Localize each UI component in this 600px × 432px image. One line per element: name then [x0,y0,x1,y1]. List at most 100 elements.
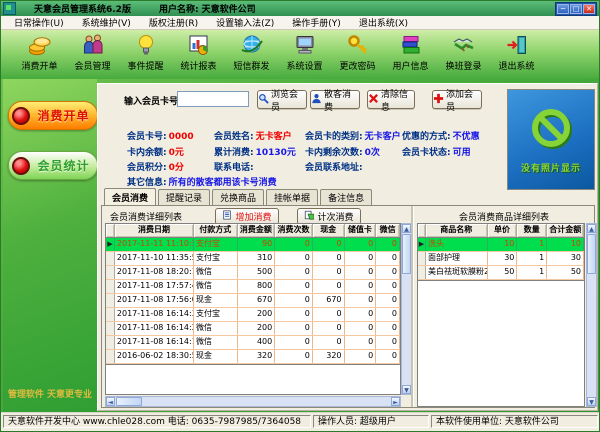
column-header[interactable]: 消费次数 [275,224,313,237]
scroll-thumb[interactable] [116,397,142,406]
tab-3[interactable]: 兑换商品 [212,189,264,205]
toolbar-handshake[interactable]: 换班登录 [437,33,490,79]
table-cell: 微信 [194,280,238,293]
table-row[interactable]: 美白祛斑软膜粉2050150 [418,266,584,280]
scroll-thumb[interactable] [402,234,411,274]
table-cell: 0 [376,322,400,335]
toolbar-chart[interactable]: 统计报表 [172,33,225,79]
table-cell: 500 [238,266,276,279]
status-bar: 天意软件开发中心 www.chle028.com 电话: 0635-798798… [1,412,599,431]
column-header[interactable]: 单价 [488,224,518,237]
table-cell: 微信 [194,266,238,279]
field-label: 会员姓名: [214,132,254,142]
table-row[interactable]: ▶洗头10110 [418,238,584,252]
table-row[interactable]: 面部护理30130 [418,252,584,266]
menu-item-4[interactable]: 设置输入法(Z) [207,16,283,29]
table-row[interactable]: 2017-11-08 16:14:12微信4000000 [106,336,400,350]
table-row[interactable]: 2017-11-08 17:56:07现金670067000 [106,294,400,308]
close-button[interactable]: ✕ [583,4,595,14]
consumption-table: 消费日期付款方式消费金额消费次数现金储值卡微信▶2017-11-11 11:10… [105,223,401,365]
coins-icon [13,33,66,59]
sidebar-button-consume[interactable]: 消费开单 [8,101,98,130]
books-icon [384,33,437,59]
table-cell: 支付宝 [194,252,238,265]
section-divider [411,206,414,407]
table-cell: 400 [238,336,276,349]
column-header[interactable]: 消费日期 [115,224,194,237]
tab-strip: 会员消费提醒记录兑换商品挂帐单据备注信息 [104,190,372,205]
row-indicator [418,252,426,265]
scroll-up-icon[interactable]: ▲ [402,224,411,233]
browse-member-button[interactable]: 浏览会员 [257,90,307,109]
table-cell: 0 [376,294,400,307]
scroll-left-icon[interactable]: ◄ [106,397,115,406]
table-row[interactable]: 2017-11-08 16:14:33支付宝2000000 [106,308,400,322]
column-header[interactable]: 现金 [313,224,345,237]
column-header[interactable]: 数量 [517,224,547,237]
table-cell: 支付宝 [194,308,238,321]
tab-2[interactable]: 提醒记录 [158,189,210,205]
table-row[interactable]: 2017-11-08 17:57:49微信8000000 [106,280,400,294]
scroll-thumb[interactable] [587,234,596,274]
tab-4[interactable]: 挂帐单据 [266,189,318,205]
column-header[interactable]: 微信 [376,224,400,237]
toolbar-globe[interactable]: 短信群发 [225,33,278,79]
table-row[interactable]: 2017-11-08 18:20:15微信5000000 [106,266,400,280]
menu-item-6[interactable]: 退出系统(X) [350,16,417,29]
table-row[interactable]: 2017-11-08 16:14:24微信2000000 [106,322,400,336]
toolbar-key[interactable]: 更改密码 [331,33,384,79]
button-label: 清除信息 [381,87,414,113]
toolbar-bulb[interactable]: 事件提醒 [119,33,172,79]
tab-content: 会员消费详细列表 增加消费计次消费 会员消费商品详细列表 消费日期付款方式消费金… [101,205,595,408]
toolbar-coins[interactable]: 消费开单 [13,33,66,79]
menu-item-5[interactable]: 操作手册(Y) [283,16,350,29]
column-header[interactable]: 合计金额 [547,224,584,237]
field-value: 所有的散客都用该卡号消费 [169,178,277,188]
menu-item-1[interactable]: 日常操作(U) [5,16,73,29]
status-company-info: 天意软件开发中心 www.chle028.com 电话: 0635-798798… [3,415,311,428]
table-row[interactable]: 2016-06-02 18:30:58现金320032000 [106,350,400,364]
table-cell: 0 [345,266,377,279]
member-info-field: 卡内余额:0元 [127,145,184,158]
column-header[interactable]: 储值卡 [345,224,377,237]
table-row[interactable]: 2017-11-10 11:35:54支付宝3100000 [106,252,400,266]
card-number-input[interactable] [177,91,249,107]
row-indicator [106,308,115,321]
main-panel: 输入会员卡号: 浏览会员散客消费清除信息添加会员 会员卡号:0000会员姓名:无… [97,83,598,411]
sidebar-button-member-stats[interactable]: 会员统计 [8,151,98,180]
scroll-down-icon[interactable]: ▼ [402,385,411,394]
toolbar-computer[interactable]: 系统设置 [278,33,331,79]
column-header[interactable]: 商品名称 [426,224,488,237]
doc-blue-icon [222,210,232,223]
menu-item-3[interactable]: 版权注册(R) [140,16,207,29]
tab-5[interactable]: 备注信息 [320,189,372,205]
clear-info-button[interactable]: 清除信息 [367,90,415,109]
table-row[interactable]: ▶2017-11-11 11:10:59支付宝900000 [106,238,400,252]
consumption-hscrollbar[interactable]: ◄ ► [105,396,401,407]
field-label: 联系电话: [214,163,254,173]
walkin-consume-button[interactable]: 散客消费 [310,90,360,109]
member-info-field: 会员联系地址: [305,160,365,173]
toolbar-members[interactable]: 会员管理 [66,33,119,79]
scroll-up-icon[interactable]: ▲ [587,224,596,233]
menu-item-2[interactable]: 系统维护(V) [73,16,140,29]
row-indicator [106,280,115,293]
field-value: 0次 [365,148,380,158]
table-cell: 现金 [194,350,238,363]
table-cell: 0 [376,350,400,363]
toolbar-exit-door[interactable]: 退出系统 [490,33,543,79]
member-photo-panel: 没有照片显示 [507,89,595,190]
table-cell: 0 [313,252,345,265]
column-header[interactable]: 付款方式 [194,224,238,237]
scroll-down-icon[interactable]: ▼ [587,397,596,406]
scroll-right-icon[interactable]: ► [391,397,400,406]
products-vscrollbar[interactable]: ▲ ▼ [586,223,597,407]
tab-1[interactable]: 会员消费 [104,188,156,206]
column-header[interactable]: 消费金额 [238,224,276,237]
toolbar-books[interactable]: 用户信息 [384,33,437,79]
minimize-button[interactable]: ─ [557,4,569,14]
maximize-button[interactable]: □ [570,4,582,14]
row-indicator [106,252,115,265]
add-member-button[interactable]: 添加会员 [432,90,482,109]
sidebar-slogan: 管理软件 天意更专业 [3,387,97,400]
